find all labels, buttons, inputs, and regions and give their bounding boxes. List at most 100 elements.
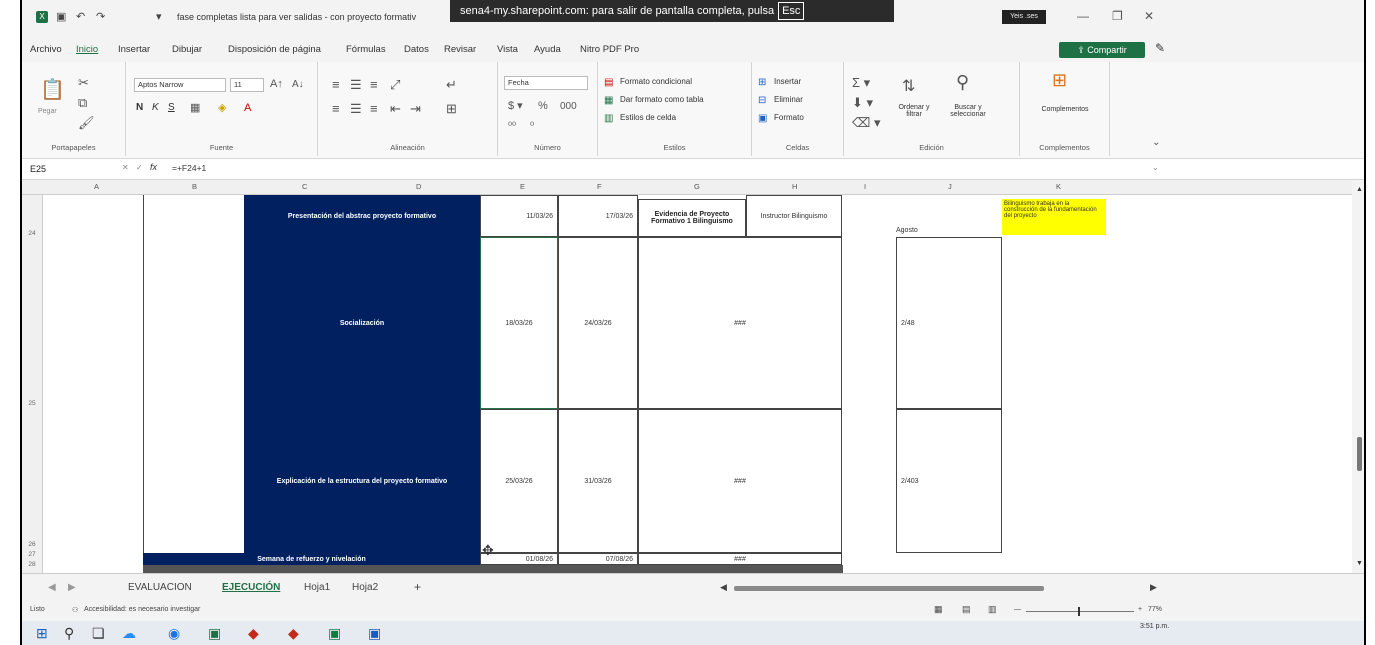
find-select-button[interactable]: Buscar y seleccionar bbox=[944, 104, 992, 118]
cell-start-date-25b[interactable]: 25/03/26 bbox=[480, 409, 558, 553]
cell-hours-25b[interactable]: 2/403 bbox=[896, 409, 1002, 553]
column-header-j[interactable]: J bbox=[948, 182, 952, 191]
autosum-icon[interactable]: Σ ▾ bbox=[852, 76, 870, 89]
undo-icon[interactable]: ↶ bbox=[76, 10, 85, 23]
orientation-icon[interactable]: ⤢ bbox=[390, 78, 400, 91]
cell-instructor-24[interactable]: Instructor Bilinguismo bbox=[746, 195, 842, 237]
column-header-c[interactable]: C bbox=[302, 182, 307, 191]
cell-styles-button[interactable]: Estilos de celda bbox=[620, 113, 676, 122]
zoom-in-icon[interactable]: + bbox=[1138, 606, 1142, 613]
cell-end-date-25b[interactable]: 31/03/26 bbox=[558, 409, 638, 553]
column-header-g[interactable]: G bbox=[694, 182, 700, 191]
formula-confirm-icon[interactable]: ✓ bbox=[136, 163, 143, 172]
close-icon[interactable]: ✕ bbox=[1144, 9, 1154, 23]
task-view-icon[interactable]: ❏ bbox=[92, 625, 105, 641]
format-as-table-button[interactable]: Dar formato como tabla bbox=[620, 95, 704, 104]
add-sheet-icon[interactable]: + bbox=[414, 580, 421, 594]
cell-evidence-24[interactable]: Evidencia de Proyecto Formativo 1 Biling… bbox=[638, 199, 746, 237]
addins-button[interactable]: Complementos bbox=[1024, 106, 1106, 113]
tab-ayuda[interactable]: Ayuda bbox=[534, 44, 561, 55]
vertical-scrollbar[interactable]: ▲ ▼ bbox=[1352, 180, 1364, 573]
next-sheet-icon[interactable]: ▶ bbox=[68, 582, 76, 593]
windows-start-icon[interactable]: ⊞ bbox=[36, 625, 48, 641]
decrease-font-icon[interactable]: A↓ bbox=[292, 78, 304, 91]
page-layout-icon[interactable]: ▤ bbox=[962, 604, 971, 615]
increase-decimal-icon[interactable]: ⁰⁰ bbox=[508, 120, 516, 133]
cell-month-24[interactable]: Agosto bbox=[896, 223, 976, 237]
percent-icon[interactable]: % bbox=[538, 100, 548, 113]
name-box[interactable]: E25 bbox=[30, 162, 110, 176]
app-taskbar-icon[interactable]: ▣ bbox=[328, 625, 341, 641]
currency-icon[interactable]: $ ▾ bbox=[508, 100, 523, 113]
align-right-icon[interactable]: ≡ bbox=[370, 102, 378, 115]
paste-icon[interactable]: 📋 bbox=[40, 80, 65, 100]
zoom-out-icon[interactable]: — bbox=[1014, 606, 1021, 613]
formula-input[interactable]: =+F24+1 bbox=[172, 163, 206, 173]
increase-font-icon[interactable]: A↑ bbox=[270, 78, 283, 91]
column-header-a[interactable]: A bbox=[94, 182, 99, 191]
scroll-up-icon[interactable]: ▲ bbox=[1356, 186, 1363, 193]
horizontal-scroll-thumb[interactable] bbox=[734, 586, 1044, 591]
align-middle-icon[interactable]: ☰ bbox=[350, 78, 362, 91]
cell-note-24[interactable]: Bilinguismo trabaja en la construcción d… bbox=[1002, 199, 1106, 235]
scroll-right-icon[interactable]: ▶ bbox=[1150, 582, 1157, 593]
column-header-f[interactable]: F bbox=[597, 182, 602, 191]
share-button[interactable]: ⇪ Compartir bbox=[1059, 42, 1145, 58]
tab-revisar[interactable]: Revisar bbox=[444, 44, 476, 55]
cell-end-date-26[interactable]: 07/08/26 bbox=[558, 553, 638, 565]
browser-icon[interactable]: ◉ bbox=[168, 625, 180, 641]
format-button[interactable]: Formato bbox=[774, 113, 804, 122]
tab-evaluacion[interactable]: EVALUACION bbox=[128, 582, 192, 593]
align-bottom-icon[interactable]: ≡ bbox=[370, 78, 378, 91]
cell-start-date-25a[interactable]: 18/03/26 bbox=[480, 237, 558, 409]
indent-increase-icon[interactable]: ⇥ bbox=[410, 102, 421, 115]
column-header-k[interactable]: K bbox=[1056, 182, 1061, 191]
page-break-icon[interactable]: ▥ bbox=[988, 604, 997, 615]
tab-dibujar[interactable]: Dibujar bbox=[172, 44, 202, 55]
cell-hours-25a[interactable]: 2/48 bbox=[896, 237, 1002, 409]
user-account[interactable]: Yeis .ses bbox=[1002, 10, 1046, 24]
vertical-scroll-thumb[interactable] bbox=[1357, 437, 1362, 471]
tab-formulas[interactable]: Fórmulas bbox=[346, 44, 386, 55]
copy-icon[interactable]: ⧉ bbox=[78, 96, 87, 109]
column-header-b[interactable]: B bbox=[192, 182, 197, 191]
cell-activity-abstract[interactable]: Presentación del abstrac proyecto format… bbox=[244, 195, 480, 237]
powerpoint-taskbar-icon[interactable]: ◆ bbox=[248, 625, 259, 641]
format-painter-icon[interactable]: 🖌 bbox=[78, 116, 95, 129]
row-header-28[interactable]: 28 bbox=[22, 561, 42, 568]
excel-taskbar-icon[interactable]: ▣ bbox=[208, 625, 221, 641]
cell-evidence-25b[interactable]: ### bbox=[638, 409, 842, 553]
clock-time[interactable]: 3:51 p.m. bbox=[1140, 623, 1169, 630]
taskbar-search-icon[interactable]: ⚲ bbox=[64, 625, 74, 641]
zoom-level[interactable]: 77% bbox=[1148, 606, 1162, 613]
insert-button[interactable]: Insertar bbox=[774, 77, 801, 86]
cell-activity-estructura[interactable]: Explicación de la estructura del proyect… bbox=[244, 409, 480, 553]
restore-icon[interactable]: ❐ bbox=[1112, 9, 1123, 23]
tab-disposicion[interactable]: Disposición de página bbox=[228, 44, 321, 55]
widgets-icon[interactable]: ☁ bbox=[122, 625, 136, 641]
minimize-icon[interactable]: — bbox=[1077, 9, 1089, 23]
redo-icon[interactable]: ↷ bbox=[96, 10, 105, 23]
font-color-icon[interactable]: A bbox=[244, 102, 251, 115]
align-center-icon[interactable]: ☰ bbox=[350, 102, 362, 115]
cell-start-date-24[interactable]: 11/03/26 bbox=[480, 195, 558, 237]
insert-function-icon[interactable]: fx bbox=[150, 162, 157, 172]
scroll-down-icon[interactable]: ▼ bbox=[1356, 560, 1363, 567]
wrap-text-icon[interactable]: ↵ bbox=[446, 78, 457, 91]
align-top-icon[interactable]: ≡ bbox=[332, 78, 340, 91]
comments-icon[interactable]: ✎ bbox=[1155, 41, 1165, 55]
row-header-24[interactable]: 24 bbox=[22, 230, 42, 237]
delete-button[interactable]: Eliminar bbox=[774, 95, 803, 104]
cell-end-date-24[interactable]: 17/03/26 bbox=[558, 195, 638, 237]
column-header-e[interactable]: E bbox=[520, 182, 525, 191]
row-header-27[interactable]: 27 bbox=[22, 551, 42, 558]
row-header-25[interactable]: 25 bbox=[22, 400, 42, 407]
pdf-taskbar-icon[interactable]: ◆ bbox=[288, 625, 299, 641]
collapse-ribbon-icon[interactable]: ⌄ bbox=[1152, 136, 1160, 149]
save-icon[interactable]: ▣ bbox=[56, 10, 66, 23]
tab-ejecucion[interactable]: EJECUCIÓN bbox=[222, 582, 280, 593]
bold-button[interactable]: N bbox=[136, 102, 143, 113]
formula-cancel-icon[interactable]: ✕ bbox=[122, 163, 129, 172]
column-header-d[interactable]: D bbox=[416, 182, 421, 191]
tab-datos[interactable]: Datos bbox=[404, 44, 429, 55]
